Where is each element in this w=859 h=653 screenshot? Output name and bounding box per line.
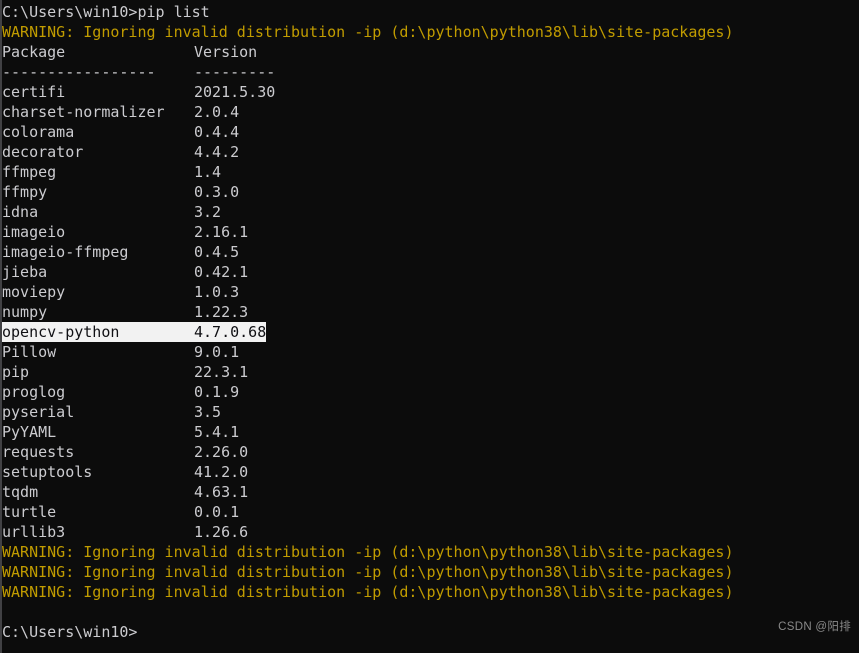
package-name: pyserial — [2, 403, 75, 421]
package-row[interactable]: PyYAML 5.4.1 — [2, 422, 859, 442]
package-row[interactable]: ffmpy 0.3.0 — [2, 182, 859, 202]
package-row[interactable]: proglog 0.1.9 — [2, 382, 859, 402]
package-row[interactable]: ffmpeg 1.4 — [2, 162, 859, 182]
package-name: numpy — [2, 303, 48, 321]
package-name: proglog — [2, 383, 66, 401]
package-name: jieba — [2, 263, 48, 281]
terminal-window[interactable]: C:\Users\win10>pip list WARNING: Ignorin… — [0, 0, 859, 653]
package-version: 9.0.1 — [194, 343, 240, 361]
package-version: 0.42.1 — [194, 263, 249, 281]
package-row[interactable]: numpy 1.22.3 — [2, 302, 859, 322]
package-name: idna — [2, 203, 39, 221]
package-row[interactable]: imageio-ffmpeg 0.4.5 — [2, 242, 859, 262]
separator-version: --------- — [194, 63, 276, 81]
package-name: tqdm — [2, 483, 39, 501]
package-version: 1.26.6 — [194, 523, 249, 541]
table-separator-row: ----------------- --------- — [2, 62, 859, 82]
package-version: 22.3.1 — [194, 363, 249, 381]
top-warning-line: WARNING: Ignoring invalid distribution -… — [2, 23, 734, 41]
package-name: certifi — [2, 83, 66, 101]
package-row[interactable]: decorator 4.4.2 — [2, 142, 859, 162]
bottom-warning-line: WARNING: Ignoring invalid distribution -… — [2, 563, 734, 581]
package-row[interactable]: opencv-python 4.7.0.68 — [2, 322, 859, 342]
package-version: 2.0.4 — [194, 103, 240, 121]
package-name: turtle — [2, 503, 57, 521]
package-name: moviepy — [2, 283, 66, 301]
table-header-row: Package Version — [2, 42, 859, 62]
package-version: 1.4 — [194, 163, 222, 181]
package-name: imageio-ffmpeg — [2, 243, 129, 261]
prompt-command-line: C:\Users\win10>pip list — [2, 3, 210, 21]
package-row[interactable]: imageio 2.16.1 — [2, 222, 859, 242]
package-version: 5.4.1 — [194, 423, 240, 441]
package-row[interactable]: Pillow 9.0.1 — [2, 342, 859, 362]
column-header-version: Version — [194, 43, 258, 61]
package-list: certifi 2021.5.30 charset-normalizer 2.0.4 c… — [2, 82, 859, 542]
package-version: 1.22.3 — [194, 303, 249, 321]
package-row[interactable]: jieba 0.42.1 — [2, 262, 859, 282]
package-name: pip — [2, 363, 30, 381]
package-row[interactable]: colorama 0.4.4 — [2, 122, 859, 142]
package-name: Pillow — [2, 343, 57, 361]
package-name: opencv-python — [2, 322, 194, 342]
package-row[interactable]: turtle 0.0.1 — [2, 502, 859, 522]
package-row[interactable]: tqdm 4.63.1 — [2, 482, 859, 502]
package-version: 0.3.0 — [194, 183, 240, 201]
separator-package: ----------------- — [2, 63, 156, 81]
package-name: charset-normalizer — [2, 103, 165, 121]
package-row[interactable]: setuptools 41.2.0 — [2, 462, 859, 482]
terminal-screen[interactable]: C:\Users\win10>pip list WARNING: Ignorin… — [2, 2, 859, 653]
package-name: imageio — [2, 223, 66, 241]
bottom-warning-line: WARNING: Ignoring invalid distribution -… — [2, 583, 734, 601]
package-name: PyYAML — [2, 423, 57, 441]
package-version: 2.26.0 — [194, 443, 249, 461]
package-version: 0.0.1 — [194, 503, 240, 521]
bottom-warning-line: WARNING: Ignoring invalid distribution -… — [2, 543, 734, 561]
final-prompt-line[interactable]: C:\Users\win10> — [2, 622, 859, 642]
package-version: 4.63.1 — [194, 483, 249, 501]
package-row[interactable]: charset-normalizer 2.0.4 — [2, 102, 859, 122]
package-version: 1.0.3 — [194, 283, 240, 301]
package-row[interactable]: idna 3.2 — [2, 202, 859, 222]
package-version: 3.2 — [194, 203, 222, 221]
package-version: 2021.5.30 — [194, 83, 276, 101]
csdn-watermark: CSDN @阳排 — [778, 621, 851, 633]
package-row[interactable]: pyserial 3.5 — [2, 402, 859, 422]
package-row[interactable]: moviepy 1.0.3 — [2, 282, 859, 302]
package-row[interactable]: pip 22.3.1 — [2, 362, 859, 382]
column-header-package: Package — [2, 43, 66, 61]
bottom-warning-list: WARNING: Ignoring invalid distribution -… — [2, 542, 859, 602]
package-name: requests — [2, 443, 75, 461]
package-name: colorama — [2, 123, 75, 141]
package-name: decorator — [2, 143, 84, 161]
package-name: setuptools — [2, 463, 93, 481]
package-version: 41.2.0 — [194, 463, 249, 481]
package-name: ffmpy — [2, 183, 48, 201]
package-version: 4.7.0.68 — [194, 322, 267, 342]
package-name: ffmpeg — [2, 163, 57, 181]
package-version: 0.4.5 — [194, 243, 240, 261]
package-row[interactable]: requests 2.26.0 — [2, 442, 859, 462]
package-version: 0.1.9 — [194, 383, 240, 401]
package-row[interactable]: certifi 2021.5.30 — [2, 82, 859, 102]
package-version: 2.16.1 — [194, 223, 249, 241]
package-version: 0.4.4 — [194, 123, 240, 141]
package-row[interactable]: urllib3 1.26.6 — [2, 522, 859, 542]
package-name: urllib3 — [2, 523, 66, 541]
package-version: 3.5 — [194, 403, 222, 421]
package-version: 4.4.2 — [194, 143, 240, 161]
